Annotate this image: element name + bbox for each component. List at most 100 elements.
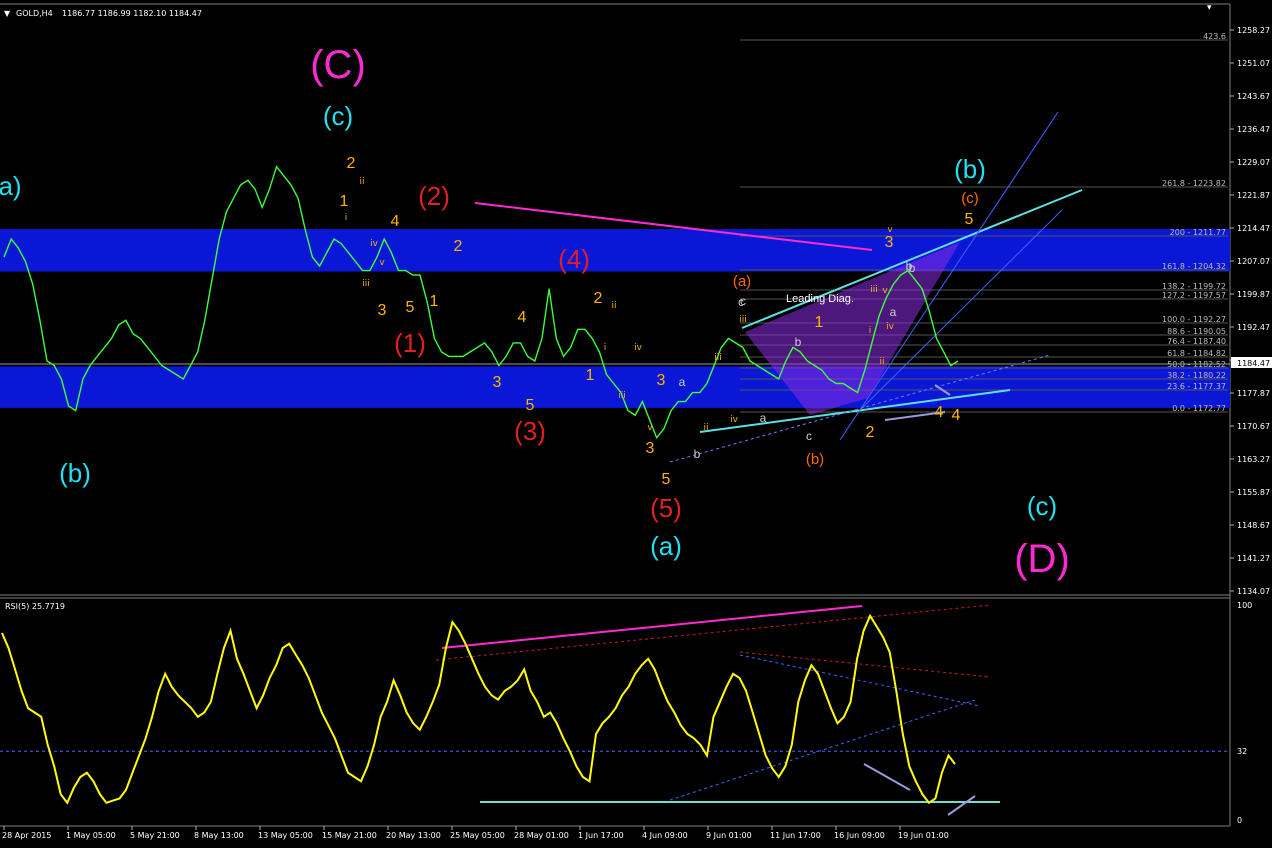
price-tick-label: 1199.87 bbox=[1237, 290, 1270, 299]
wave-roman: ii bbox=[879, 357, 884, 367]
time-tick-label: 11 Jun 17:00 bbox=[770, 831, 821, 840]
wave-roman: iii bbox=[870, 285, 878, 295]
wave-number: b bbox=[694, 447, 701, 461]
rsi-tick-label: 32 bbox=[1237, 747, 1247, 756]
wave-number: c bbox=[806, 429, 812, 443]
wave-number: 5 bbox=[965, 211, 974, 228]
wave-label: a) bbox=[0, 171, 22, 201]
fib-label: 261.8 - 1223.82 bbox=[1162, 179, 1226, 188]
fib-label: 161.8 - 1204.32 bbox=[1162, 262, 1226, 271]
time-tick-label: 20 May 13:00 bbox=[386, 831, 441, 840]
price-tick-label: 1258.27 bbox=[1237, 26, 1270, 35]
wave-roman: v bbox=[379, 258, 385, 268]
wave-label: (c) bbox=[323, 101, 353, 131]
wave-label: (2) bbox=[418, 181, 450, 211]
wave-roman: iii bbox=[362, 279, 370, 289]
wave-label: (b) bbox=[806, 451, 824, 468]
wave-label: (4) bbox=[558, 244, 590, 274]
price-tick-label: 1251.07 bbox=[1237, 59, 1270, 68]
wave-number: 5 bbox=[662, 471, 671, 488]
wave-roman: iv bbox=[730, 415, 739, 425]
wave-number: 1 bbox=[586, 367, 595, 384]
wave-number: 1 bbox=[340, 193, 349, 210]
time-tick-label: 5 May 21:00 bbox=[130, 831, 180, 840]
wave-label: (a) bbox=[650, 531, 682, 561]
price-tick-label: 1207.07 bbox=[1237, 257, 1270, 266]
rsi-label: RSI(5) 25.7719 bbox=[5, 602, 65, 611]
wave-roman: i bbox=[345, 213, 348, 223]
wave-number: 5 bbox=[526, 397, 535, 414]
wave-number: 5 bbox=[406, 299, 415, 316]
wave-label: (3) bbox=[514, 416, 546, 446]
wave-number: 3 bbox=[657, 372, 666, 389]
price-tick-label: 1155.87 bbox=[1237, 488, 1270, 497]
wave-number: 2 bbox=[347, 155, 356, 172]
fib-label: 100.0 - 1192.27 bbox=[1162, 315, 1226, 324]
resistance-zone bbox=[0, 229, 1230, 272]
price-tick-label: 1134.07 bbox=[1237, 587, 1270, 596]
price-tick-label: 1177.87 bbox=[1237, 389, 1270, 398]
wave-number: 1 bbox=[430, 293, 439, 310]
time-tick-label: 28 Apr 2015 bbox=[2, 831, 51, 840]
time-tick-label: 4 Jun 09:00 bbox=[642, 831, 688, 840]
time-tick-label: 28 May 01:00 bbox=[514, 831, 569, 840]
time-tick-label: 1 May 05:00 bbox=[66, 831, 116, 840]
current-price-label: 1184.47 bbox=[1237, 359, 1270, 368]
time-tick-label: 25 May 05:00 bbox=[450, 831, 505, 840]
fib-label: 200 - 1211.77 bbox=[1170, 228, 1226, 237]
wave-number: a bbox=[760, 411, 767, 425]
price-tick-label: 1236.47 bbox=[1237, 125, 1270, 134]
wave-roman: iv bbox=[886, 322, 895, 332]
fib-label: 423.6 bbox=[1203, 32, 1226, 41]
wave-number: 4 bbox=[391, 213, 400, 230]
menu-arrow-icon[interactable]: ▼ bbox=[4, 9, 11, 18]
symbol-label: GOLD,H4 bbox=[16, 9, 53, 18]
price-tick-label: 1141.27 bbox=[1237, 554, 1270, 563]
time-tick-label: 8 May 13:00 bbox=[194, 831, 244, 840]
wave-roman: i bbox=[869, 326, 872, 336]
wave-number: 4 bbox=[952, 407, 961, 424]
time-tick-label: 16 Jun 09:00 bbox=[834, 831, 885, 840]
wave-number: b bbox=[795, 335, 802, 349]
fib-label: 23.6 - 1177.37 bbox=[1167, 382, 1226, 391]
wave-number: c bbox=[738, 295, 744, 309]
window-corner-icon[interactable]: ▾ bbox=[1207, 3, 1212, 13]
ohlc-readout: 1186.77 1186.99 1182.10 1184.47 bbox=[62, 9, 202, 18]
wave-roman: v bbox=[882, 286, 888, 296]
fib-label: 38.2 - 1180.22 bbox=[1167, 371, 1226, 380]
wave-number: 4 bbox=[935, 404, 944, 421]
wave-number: b bbox=[909, 261, 916, 275]
fib-label: 138.2 - 1199.72 bbox=[1162, 282, 1226, 291]
price-tick-label: 1214.47 bbox=[1237, 224, 1270, 233]
wave-label: (5) bbox=[650, 493, 682, 523]
wave-roman: ii bbox=[359, 177, 364, 187]
wave-roman: iv bbox=[370, 239, 379, 249]
wave-label: (C) bbox=[310, 43, 366, 87]
wave-number: 3 bbox=[885, 234, 894, 251]
wave-label: (b) bbox=[954, 154, 986, 184]
fib-label: 61.8 - 1184.82 bbox=[1167, 349, 1226, 358]
price-tick-label: 1243.67 bbox=[1237, 92, 1270, 101]
price-tick-label: 1192.47 bbox=[1237, 323, 1270, 332]
time-tick-label: 15 May 21:00 bbox=[322, 831, 377, 840]
wave-label: (1) bbox=[394, 328, 426, 358]
time-tick-label: 9 Jun 01:00 bbox=[706, 831, 752, 840]
wave-roman: iii bbox=[714, 353, 722, 363]
price-tick-label: 1229.07 bbox=[1237, 158, 1270, 167]
wave-label: (b) bbox=[59, 458, 91, 488]
wave-number: 2 bbox=[454, 238, 463, 255]
support-zone bbox=[0, 366, 1230, 408]
rsi-tick-label: 100 bbox=[1237, 601, 1252, 610]
wave-label: (c) bbox=[961, 190, 979, 207]
time-tick-label: 1 Jun 17:00 bbox=[578, 831, 624, 840]
wave-number: 4 bbox=[518, 309, 527, 326]
fib-label: 0.0 - 1172.77 bbox=[1172, 404, 1226, 413]
wave-number: a bbox=[890, 305, 897, 319]
price-tick-label: 1221.87 bbox=[1237, 191, 1270, 200]
chart-canvas: ▼ GOLD,H4 1186.77 1186.99 1182.10 1184.4… bbox=[0, 0, 1272, 848]
chart-background bbox=[0, 0, 1272, 848]
price-tick-label: 1170.67 bbox=[1237, 422, 1270, 431]
wave-number: 2 bbox=[866, 424, 875, 441]
wave-roman: iv bbox=[634, 343, 643, 353]
wave-number: 3 bbox=[378, 302, 387, 319]
